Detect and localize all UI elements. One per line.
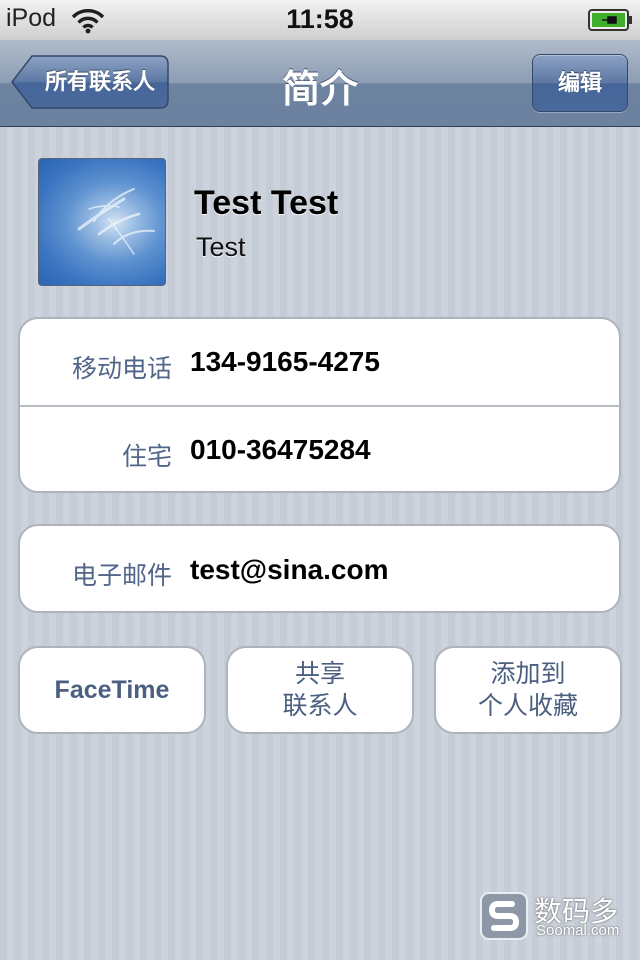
avatar[interactable] bbox=[38, 158, 166, 286]
soomal-logo-icon bbox=[480, 892, 528, 940]
share-line-1: 共享 bbox=[294, 660, 345, 688]
share-line-2: 联系人 bbox=[282, 692, 358, 720]
cloud-photo bbox=[77, 188, 155, 255]
email-row[interactable]: 电子邮件 test@sina.com bbox=[20, 526, 619, 612]
favorites-line-1: 添加到 bbox=[490, 660, 566, 688]
share-contact-button[interactable]: 共享 联系人 bbox=[226, 646, 414, 734]
email-address: test@sina.com bbox=[190, 554, 389, 585]
contact-name: Test Test bbox=[194, 184, 339, 222]
edit-button[interactable]: 编辑 bbox=[532, 54, 628, 112]
phone-number: 010-36475284 bbox=[190, 434, 371, 465]
phone-row-home[interactable]: 住宅 010-36475284 bbox=[20, 405, 619, 493]
phone-label: 住宅 bbox=[121, 443, 172, 471]
facetime-button[interactable]: FaceTime bbox=[18, 646, 206, 734]
phone-group: 移动电话 134-9165-4275 住宅 010-36475284 bbox=[18, 317, 621, 493]
battery-charging-icon bbox=[588, 9, 632, 31]
navigation-bar: 所有联系人 简介 编辑 bbox=[0, 40, 640, 127]
email-label: 电子邮件 bbox=[71, 562, 172, 590]
status-bar: iPod 11:58 bbox=[0, 0, 640, 41]
favorites-line-2: 个人收藏 bbox=[477, 692, 578, 720]
phone-row-mobile[interactable]: 移动电话 134-9165-4275 bbox=[20, 319, 619, 405]
email-group: 电子邮件 test@sina.com bbox=[18, 524, 621, 613]
watermark: 数码多 Soomal.com bbox=[480, 890, 640, 950]
phone-label: 移动电话 bbox=[71, 355, 172, 383]
phone-number: 134-9165-4275 bbox=[190, 346, 380, 377]
add-to-favorites-button[interactable]: 添加到 个人收藏 bbox=[434, 646, 622, 734]
facetime-label: FaceTime bbox=[54, 676, 170, 704]
watermark-en: Soomal.com bbox=[536, 922, 620, 939]
contact-company: Test bbox=[196, 232, 246, 262]
clock: 11:58 bbox=[286, 4, 354, 34]
add-to-favorites-label: 添加到 个人收藏 bbox=[478, 658, 578, 722]
share-contact-label: 共享 联系人 bbox=[282, 658, 357, 722]
